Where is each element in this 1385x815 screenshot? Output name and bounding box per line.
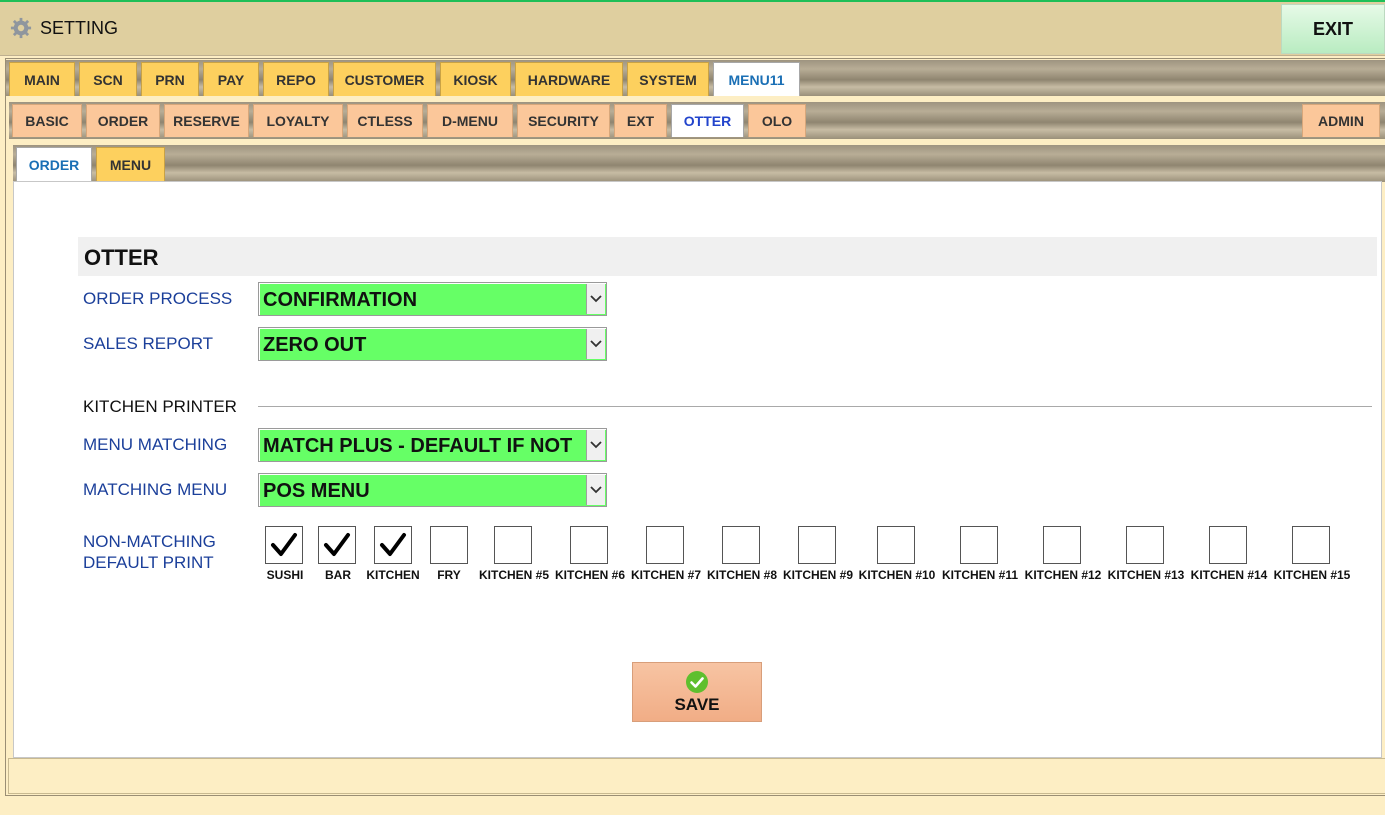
window-title: SETTING	[10, 17, 118, 39]
printer-checkbox-label: SUSHI	[266, 568, 304, 582]
order-process-value: CONFIRMATION	[263, 289, 418, 311]
printer-checkbox[interactable]	[318, 526, 356, 564]
non-matching-label-line1: NON-MATCHING	[83, 532, 216, 551]
menu-matching-value: MATCH PLUS - DEFAULT IF NOT	[263, 435, 573, 457]
tab-menu11[interactable]: MENU11	[713, 62, 800, 96]
chevron-down-icon	[586, 284, 605, 314]
printer-checkbox-label: KITCHEN #10	[858, 568, 936, 582]
tab-loyalty[interactable]: LOYALTY	[253, 104, 343, 137]
printer-checkbox-label: KITCHEN #11	[941, 568, 1019, 582]
sales-report-value: ZERO OUT	[263, 334, 367, 356]
bottom-status-strip	[8, 758, 1385, 794]
matching-menu-select[interactable]: POS MENU	[258, 473, 607, 507]
tab-ctless[interactable]: CTLESS	[347, 104, 423, 137]
menu-matching-select[interactable]: MATCH PLUS - DEFAULT IF NOT	[258, 428, 607, 462]
printer-checkbox-label: KITCHEN #13	[1107, 568, 1185, 582]
tab-repo[interactable]: REPO	[263, 62, 329, 96]
tab-otter[interactable]: OTTER	[671, 104, 744, 137]
kitchen-printer-divider	[258, 406, 1372, 407]
tab-scn[interactable]: SCN	[79, 62, 137, 96]
chevron-down-icon	[586, 430, 605, 460]
printer-checkbox-label: KITCHEN #8	[706, 568, 778, 582]
tab-order[interactable]: ORDER	[86, 104, 160, 137]
printer-checkbox[interactable]	[570, 526, 608, 564]
checkmark-icon	[324, 533, 350, 556]
title-bar: SETTING EXIT	[0, 0, 1385, 55]
order-process-select[interactable]: CONFIRMATION	[258, 282, 607, 316]
section-title: OTTER	[84, 245, 159, 270]
tab-customer[interactable]: CUSTOMER	[333, 62, 436, 96]
chevron-down-icon	[586, 475, 605, 505]
printer-checkbox[interactable]	[265, 526, 303, 564]
section-header: OTTER	[78, 237, 1377, 276]
tab-system[interactable]: SYSTEM	[627, 62, 709, 96]
printer-checkbox[interactable]	[1043, 526, 1081, 564]
check-circle-icon	[686, 670, 708, 693]
printer-checkbox-label: KITCHEN #5	[478, 568, 550, 582]
kitchen-printer-heading: KITCHEN PRINTER	[83, 397, 237, 416]
tab-otter-order[interactable]: ORDER	[16, 147, 92, 181]
sales-report-label: SALES REPORT	[83, 334, 214, 353]
tab-security[interactable]: SECURITY	[517, 104, 610, 137]
menu-matching-label: MENU MATCHING	[83, 435, 228, 454]
printer-checkbox[interactable]	[722, 526, 760, 564]
printer-checkbox[interactable]	[1126, 526, 1164, 564]
tab-reserve[interactable]: RESERVE	[164, 104, 249, 137]
gear-icon	[10, 17, 32, 39]
printer-checkbox-label: KITCHEN #6	[554, 568, 626, 582]
non-matching-label-line2: DEFAULT PRINT	[83, 553, 214, 572]
tab-olo[interactable]: OLO	[748, 104, 806, 137]
checkmark-icon	[271, 533, 297, 556]
printer-checkbox[interactable]	[494, 526, 532, 564]
printer-checkbox[interactable]	[430, 526, 468, 564]
printer-checkbox-label: KITCHEN #9	[782, 568, 854, 582]
printer-checkbox-label: BAR	[325, 568, 351, 582]
printer-checkbox-label: KITCHEN	[366, 568, 420, 582]
printer-checkbox-label: KITCHEN #12	[1024, 568, 1102, 582]
printer-checkbox-label: KITCHEN #14	[1190, 568, 1268, 582]
printer-checkbox[interactable]	[646, 526, 684, 564]
tab-basic[interactable]: BASIC	[12, 104, 82, 137]
tab-prn[interactable]: PRN	[141, 62, 199, 96]
matching-menu-value: POS MENU	[263, 480, 370, 502]
admin-button[interactable]: ADMIN	[1302, 104, 1380, 137]
printer-checkbox[interactable]	[798, 526, 836, 564]
printer-checkbox[interactable]	[960, 526, 998, 564]
chevron-down-icon	[586, 329, 605, 359]
save-label: SAVE	[674, 694, 720, 714]
tab-otter-menu[interactable]: MENU	[96, 147, 165, 181]
save-button[interactable]: SAVE	[632, 662, 762, 722]
tab-d-menu[interactable]: D-MENU	[427, 104, 513, 137]
tab-kiosk[interactable]: KIOSK	[440, 62, 511, 96]
printer-checkbox-label: KITCHEN #7	[630, 568, 702, 582]
printer-checkbox[interactable]	[1292, 526, 1330, 564]
printer-checkbox[interactable]	[1209, 526, 1247, 564]
tab-ext[interactable]: EXT	[614, 104, 667, 137]
printer-checkbox[interactable]	[877, 526, 915, 564]
checkmark-icon	[380, 533, 406, 556]
tab-pay[interactable]: PAY	[203, 62, 259, 96]
sales-report-select[interactable]: ZERO OUT	[258, 327, 607, 361]
matching-menu-label: MATCHING MENU	[83, 480, 228, 499]
tab-hardware[interactable]: HARDWARE	[515, 62, 623, 96]
third-tab-strip	[13, 145, 1385, 182]
printer-checkbox[interactable]	[374, 526, 412, 564]
printer-checkbox-label: KITCHEN #15	[1273, 568, 1351, 582]
exit-button[interactable]: EXIT	[1281, 4, 1385, 54]
order-process-label: ORDER PROCESS	[83, 289, 233, 308]
tab-main[interactable]: MAIN	[9, 62, 75, 96]
printer-checkbox-label: FRY	[437, 568, 461, 582]
window-title-text: SETTING	[40, 17, 119, 38]
